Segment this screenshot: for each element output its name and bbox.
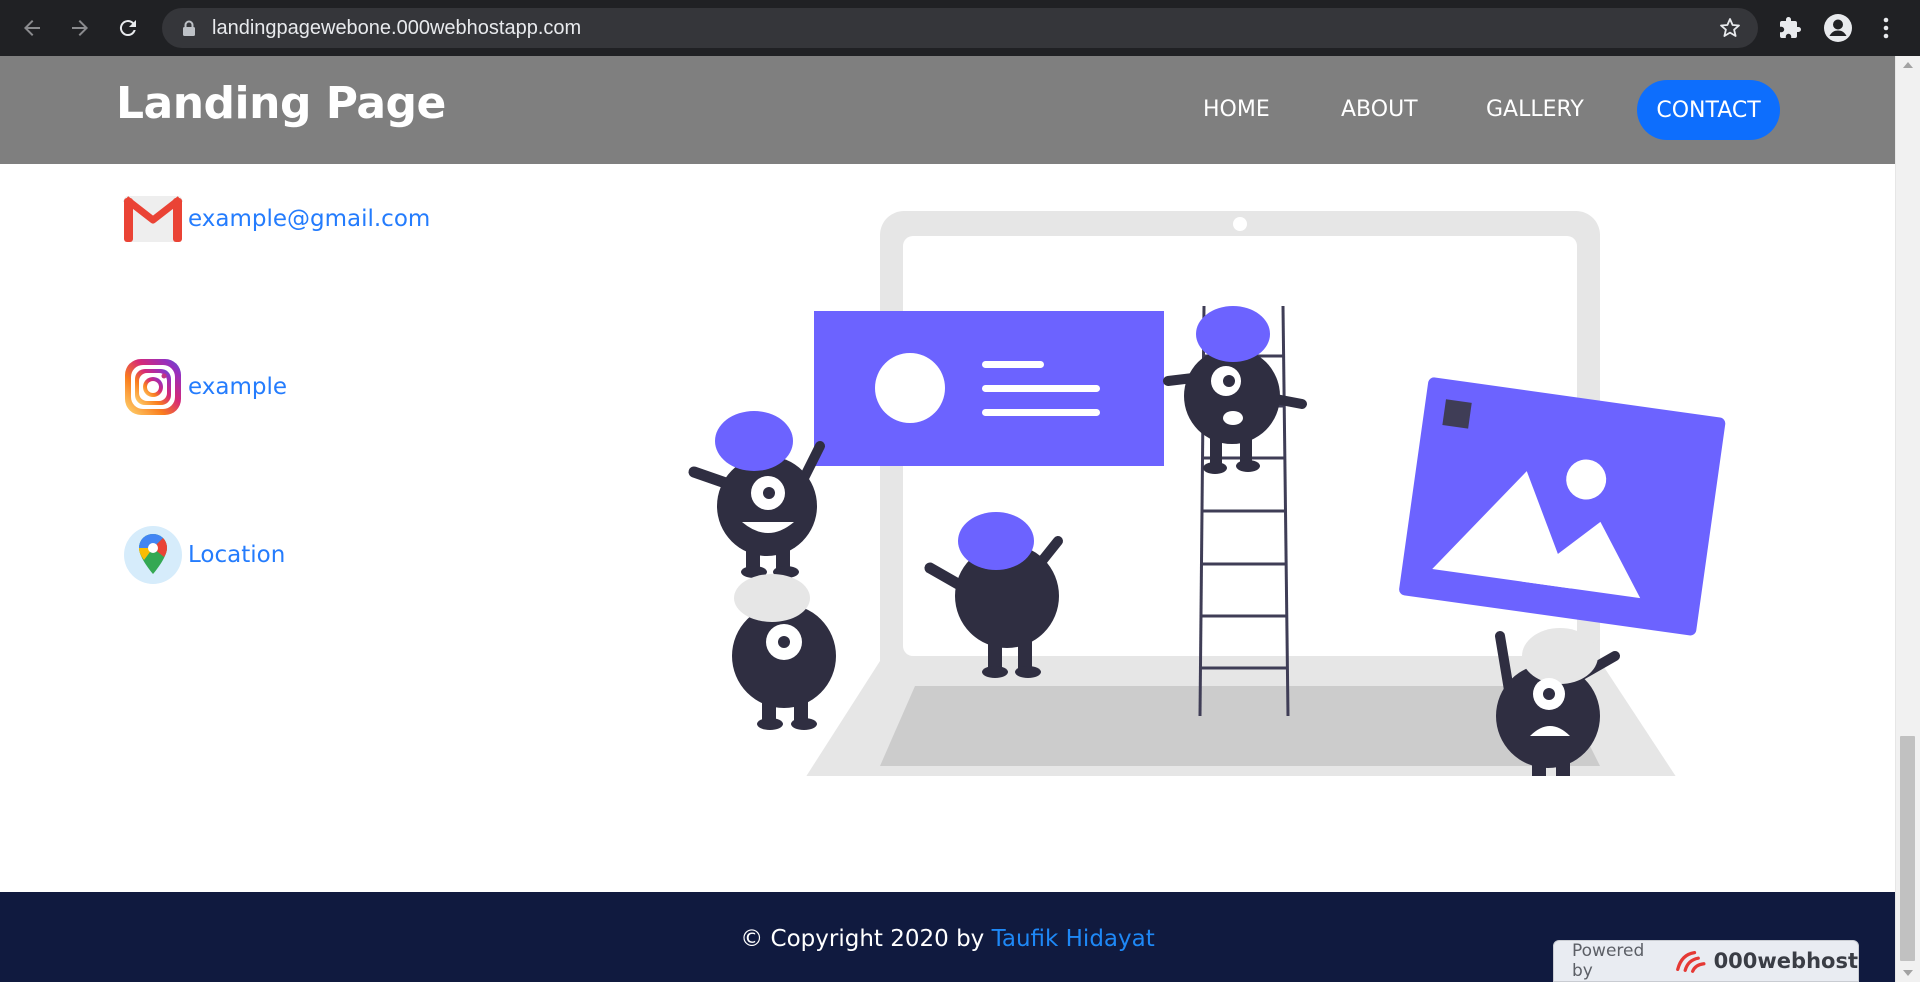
host-name: 000webhost — [1713, 949, 1858, 973]
bookmark-star-icon[interactable] — [1718, 16, 1742, 40]
contact-location[interactable]: Location — [122, 524, 285, 586]
brand-logo-text[interactable]: Landing Page — [116, 78, 446, 129]
contact-email[interactable]: example@gmail.com — [122, 188, 430, 250]
forward-arrow-icon — [72, 20, 88, 36]
image-card-graphic — [1399, 377, 1726, 636]
scroll-down-arrow-icon[interactable] — [1903, 970, 1913, 976]
powered-by-badge[interactable]: Powered by 000webhost — [1553, 940, 1859, 982]
site-header: Landing Page HOME ABOUT GALLERY CONTACT — [0, 56, 1895, 164]
extensions-button[interactable] — [1774, 12, 1806, 44]
google-maps-icon — [124, 526, 182, 584]
nav-contact-button[interactable]: CONTACT — [1637, 80, 1780, 140]
character-bottom-left-graphic — [732, 574, 836, 730]
author-link[interactable]: Taufik Hidayat — [992, 926, 1155, 952]
contact-instagram-label[interactable]: example — [188, 374, 287, 400]
nav-about[interactable]: ABOUT — [1341, 96, 1418, 124]
scroll-up-arrow-icon[interactable] — [1903, 62, 1913, 68]
puzzle-icon — [1780, 17, 1801, 38]
kebab-menu-icon — [1883, 17, 1889, 39]
url-text: landingpagewebone.000webhostapp.com — [212, 17, 582, 39]
powered-by-label: Powered by — [1572, 941, 1645, 981]
instagram-icon — [125, 359, 181, 415]
forward-button[interactable] — [62, 10, 98, 46]
team-laptop-illustration — [688, 211, 1726, 776]
page-scrollbar[interactable] — [1895, 56, 1920, 982]
copyright-prefix: © Copyright 2020 by — [740, 926, 992, 952]
account-icon — [1824, 14, 1852, 42]
contact-email-label[interactable]: example@gmail.com — [188, 206, 430, 232]
gmail-icon — [123, 196, 183, 242]
back-arrow-icon — [24, 20, 40, 36]
contact-instagram[interactable]: example — [122, 356, 287, 418]
nav-gallery[interactable]: GALLERY — [1486, 96, 1584, 124]
contact-location-label[interactable]: Location — [188, 542, 285, 568]
reload-button[interactable] — [110, 10, 146, 46]
reload-icon — [119, 20, 136, 37]
site-footer: © Copyright 2020 by Taufik Hidayat Power… — [0, 892, 1895, 982]
address-bar[interactable]: landingpagewebone.000webhostapp.com — [162, 8, 1758, 48]
browser-toolbar: landingpagewebone.000webhostapp.com — [0, 0, 1920, 56]
profile-button[interactable] — [1822, 12, 1854, 44]
nav-home[interactable]: HOME — [1203, 96, 1270, 124]
profile-card-graphic — [814, 311, 1164, 466]
lock-icon — [183, 20, 195, 36]
back-button[interactable] — [14, 10, 50, 46]
browser-menu-button[interactable] — [1870, 12, 1902, 44]
character-top-left-graphic — [688, 411, 825, 578]
host-logo-icon — [1676, 950, 1706, 973]
page-viewport: Landing Page HOME ABOUT GALLERY CONTACT … — [0, 56, 1895, 982]
scrollbar-thumb[interactable] — [1900, 736, 1915, 961]
